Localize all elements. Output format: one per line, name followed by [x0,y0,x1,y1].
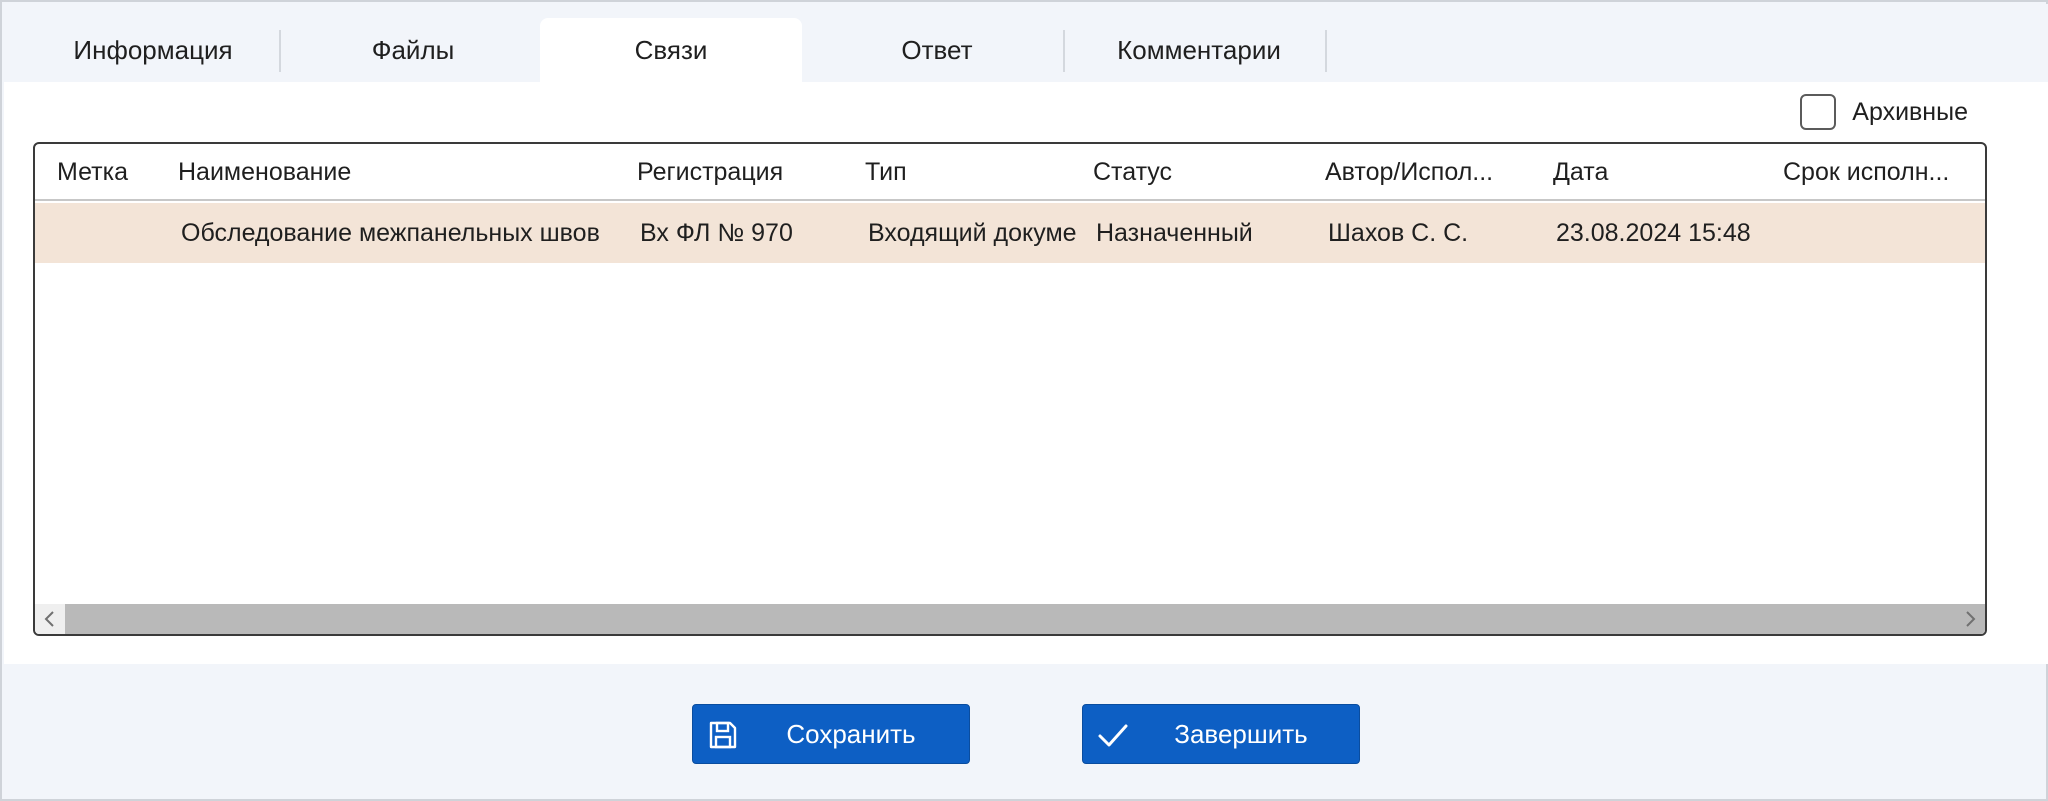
cell-type: Входящий документ [868,218,1078,247]
tab-separator [279,30,281,72]
column-header-date[interactable]: Дата [1553,144,1773,201]
tab-comments[interactable]: Комментарии [1068,18,1330,82]
links-table: Метка Наименование Регистрация Тип Стату… [33,142,1987,636]
tab-links[interactable]: Связи [540,18,802,82]
column-header-author[interactable]: Автор/Испол... [1325,144,1545,201]
table-header: Метка Наименование Регистрация Тип Стату… [35,144,1985,201]
column-header-status[interactable]: Статус [1093,144,1313,201]
tab-answer[interactable]: Ответ [806,18,1068,82]
cell-deadline [1786,203,1985,263]
horizontal-scrollbar[interactable] [35,604,1985,634]
cell-status: Назначенный [1096,218,1253,247]
archive-checkbox[interactable] [1800,94,1837,130]
table-row[interactable]: Обследование межпанельных швов Вх ФЛ № 9… [35,203,1985,263]
cell-name: Обследование межпанельных швов [181,218,600,247]
cell-author: Шахов С. С. [1328,218,1469,247]
scroll-left-arrow-icon[interactable] [35,604,65,634]
save-button[interactable]: Сохранить [692,704,970,764]
cell-registration: Вх ФЛ № 970 [640,218,793,247]
tab-separator [1063,30,1065,72]
cell-date: 23.08.2024 15:48 [1556,218,1751,247]
column-header-name[interactable]: Наименование [178,144,618,201]
save-button-label: Сохранить [786,718,916,749]
column-header-type[interactable]: Тип [865,144,1085,201]
links-panel: Архивные Метка Наименование Регистрация … [4,82,2048,664]
archive-checkbox-group[interactable]: Архивные [1800,92,1968,132]
tab-separator [1325,30,1327,72]
scroll-right-arrow-icon[interactable] [1955,604,1985,634]
tab-information[interactable]: Информация [22,18,284,82]
cell-mark [57,203,167,263]
finish-button-label: Завершить [1174,718,1308,749]
column-header-mark[interactable]: Метка [57,144,167,201]
archive-label: Архивные [1852,97,1968,126]
finish-button[interactable]: Завершить [1082,704,1360,764]
scrollbar-thumb[interactable] [65,604,1985,634]
window-frame: Информация Файлы Связи Ответ Комментарии… [0,0,2048,801]
column-header-deadline[interactable]: Срок исполн... [1783,144,1983,201]
column-header-registration[interactable]: Регистрация [637,144,857,201]
tab-files[interactable]: Файлы [282,18,544,82]
tab-bar: Информация Файлы Связи Ответ Комментарии [4,4,2048,82]
